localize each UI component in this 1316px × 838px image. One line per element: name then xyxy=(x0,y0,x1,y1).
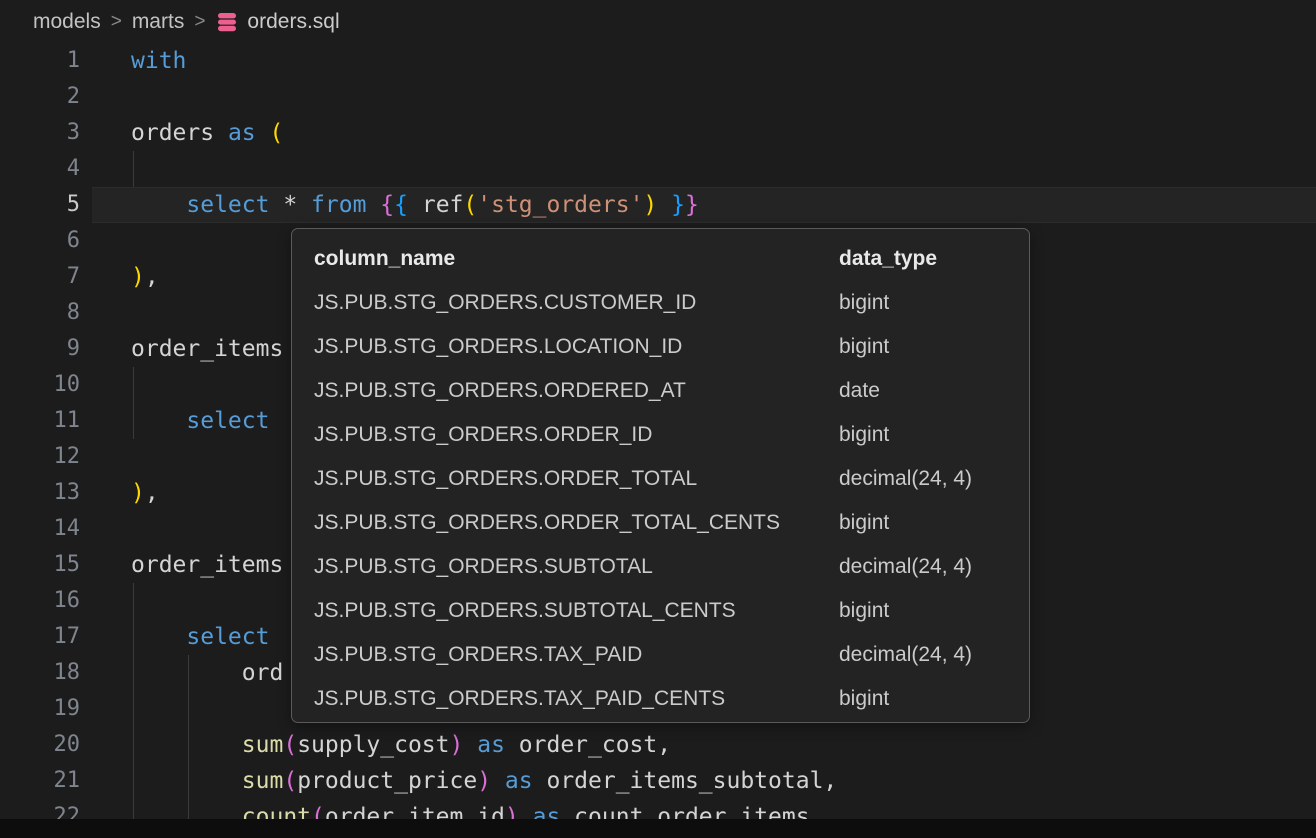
column-name-cell: JS.PUB.STG_ORDERS.SUBTOTAL_CENTS xyxy=(314,589,736,633)
code-line[interactable]: 21 sum(product_price) as order_items_sub… xyxy=(0,763,1316,799)
code-text: order_items xyxy=(131,331,283,367)
code-text: select * from {{ ref('stg_orders') }} xyxy=(131,187,699,223)
file-name: orders.sql xyxy=(247,10,339,34)
column-name-cell: JS.PUB.STG_ORDERS.LOCATION_ID xyxy=(314,325,682,369)
code-text: order_items xyxy=(131,547,283,583)
code-text: select xyxy=(131,403,269,439)
column-name-cell: JS.PUB.STG_ORDERS.TAX_PAID xyxy=(314,633,642,677)
column-name-cell: JS.PUB.STG_ORDERS.SUBTOTAL xyxy=(314,545,653,589)
code-text: sum(supply_cost) as order_cost, xyxy=(131,727,671,763)
hover-table-row: JS.PUB.STG_ORDERS.SUBTOTAL decimal(24, 4) xyxy=(292,545,1029,589)
data-type-cell: bigint xyxy=(839,413,889,457)
code-line[interactable]: 2 xyxy=(0,79,1316,115)
data-type-cell: bigint xyxy=(839,501,889,545)
hover-table-row: JS.PUB.STG_ORDERS.ORDER_TOTAL_CENTS bigin… xyxy=(292,501,1029,545)
line-number[interactable]: 18 xyxy=(0,655,80,691)
hover-table-row: JS.PUB.STG_ORDERS.TAX_PAID decimal(24, 4) xyxy=(292,633,1029,677)
code-line[interactable]: 4 xyxy=(0,151,1316,187)
data-type-cell: decimal(24, 4) xyxy=(839,457,972,501)
hover-table-row: JS.PUB.STG_ORDERS.ORDERED_AT date xyxy=(292,369,1029,413)
data-type-header: data_type xyxy=(839,237,937,281)
code-text: ord xyxy=(131,655,283,691)
column-name-cell: JS.PUB.STG_ORDERS.ORDERED_AT xyxy=(314,369,686,413)
code-line[interactable]: 20 sum(supply_cost) as order_cost, xyxy=(0,727,1316,763)
line-number[interactable]: 12 xyxy=(0,439,80,475)
column-name-cell: JS.PUB.STG_ORDERS.ORDER_ID xyxy=(314,413,652,457)
breadcrumb-item-marts[interactable]: marts xyxy=(132,10,185,34)
panel-edge xyxy=(0,819,1316,838)
hover-table-row: JS.PUB.STG_ORDERS.LOCATION_ID bigint xyxy=(292,325,1029,369)
line-number[interactable]: 19 xyxy=(0,691,80,727)
line-number[interactable]: 9 xyxy=(0,331,80,367)
line-number[interactable]: 21 xyxy=(0,763,80,799)
code-text: ), xyxy=(131,259,159,295)
code-text: orders as ( xyxy=(131,115,283,151)
line-number[interactable]: 14 xyxy=(0,511,80,547)
line-number[interactable]: 16 xyxy=(0,583,80,619)
hover-table-rows: JS.PUB.STG_ORDERS.CUSTOMER_IDbigintJS.PU… xyxy=(292,281,1029,721)
hover-table-row: JS.PUB.STG_ORDERS.ORDER_TOTAL decimal(24,… xyxy=(292,457,1029,501)
hover-table-row: JS.PUB.STG_ORDERS.CUSTOMER_ID bigint xyxy=(292,281,1029,325)
hover-table-row: JS.PUB.STG_ORDERS.SUBTOTAL_CENTS bigint xyxy=(292,589,1029,633)
breadcrumb: models > marts > orders.sql xyxy=(0,0,1316,43)
data-type-cell: bigint xyxy=(839,281,889,325)
code-line[interactable]: 3 orders as ( xyxy=(0,115,1316,151)
data-type-cell: bigint xyxy=(839,325,889,369)
data-type-cell: decimal(24, 4) xyxy=(839,545,972,589)
breadcrumb-separator: > xyxy=(111,11,122,33)
hover-table-row: JS.PUB.STG_ORDERS.TAX_PAID_CENTS bigint xyxy=(292,677,1029,721)
line-number[interactable]: 15 xyxy=(0,547,80,583)
data-type-cell: decimal(24, 4) xyxy=(839,633,972,677)
code-text: ), xyxy=(131,475,159,511)
column-name-cell: JS.PUB.STG_ORDERS.ORDER_TOTAL_CENTS xyxy=(314,501,780,545)
line-number[interactable]: 17 xyxy=(0,619,80,655)
breadcrumb-item-file[interactable]: orders.sql xyxy=(215,10,339,34)
line-number[interactable]: 4 xyxy=(0,151,80,187)
data-type-cell: bigint xyxy=(839,677,889,721)
line-number[interactable]: 8 xyxy=(0,295,80,331)
data-type-cell: date xyxy=(839,369,880,413)
database-icon xyxy=(215,10,239,34)
code-text: select xyxy=(131,619,269,655)
data-type-cell: bigint xyxy=(839,589,889,633)
breadcrumb-separator: > xyxy=(194,11,205,33)
hover-table-header: column_name data_type xyxy=(292,237,1029,281)
code-line[interactable]: 1 with xyxy=(0,43,1316,79)
code-text: with xyxy=(131,43,186,79)
code-line[interactable]: 5 select * from {{ ref('stg_orders') }} xyxy=(0,187,1316,223)
line-number[interactable]: 13 xyxy=(0,475,80,511)
column-name-header: column_name xyxy=(314,237,455,281)
column-name-cell: JS.PUB.STG_ORDERS.TAX_PAID_CENTS xyxy=(314,677,725,721)
editor-window: { "breadcrumb": { "items": ["models", "m… xyxy=(0,0,1316,838)
line-number[interactable]: 20 xyxy=(0,727,80,763)
line-number[interactable]: 6 xyxy=(0,223,80,259)
line-number[interactable]: 10 xyxy=(0,367,80,403)
line-number[interactable]: 5 xyxy=(0,187,80,223)
line-number[interactable]: 7 xyxy=(0,259,80,295)
hover-table-row: JS.PUB.STG_ORDERS.ORDER_ID bigint xyxy=(292,413,1029,457)
column-name-cell: JS.PUB.STG_ORDERS.CUSTOMER_ID xyxy=(314,281,696,325)
breadcrumb-item-models[interactable]: models xyxy=(33,10,101,34)
column-metadata-popup: column_name data_type JS.PUB.STG_ORDERS.… xyxy=(291,228,1030,723)
line-number[interactable]: 3 xyxy=(0,115,80,151)
line-number[interactable]: 11 xyxy=(0,403,80,439)
column-name-cell: JS.PUB.STG_ORDERS.ORDER_TOTAL xyxy=(314,457,697,501)
line-number[interactable]: 2 xyxy=(0,79,80,115)
line-number[interactable]: 1 xyxy=(0,43,80,79)
code-text: sum(product_price) as order_items_subtot… xyxy=(131,763,837,799)
